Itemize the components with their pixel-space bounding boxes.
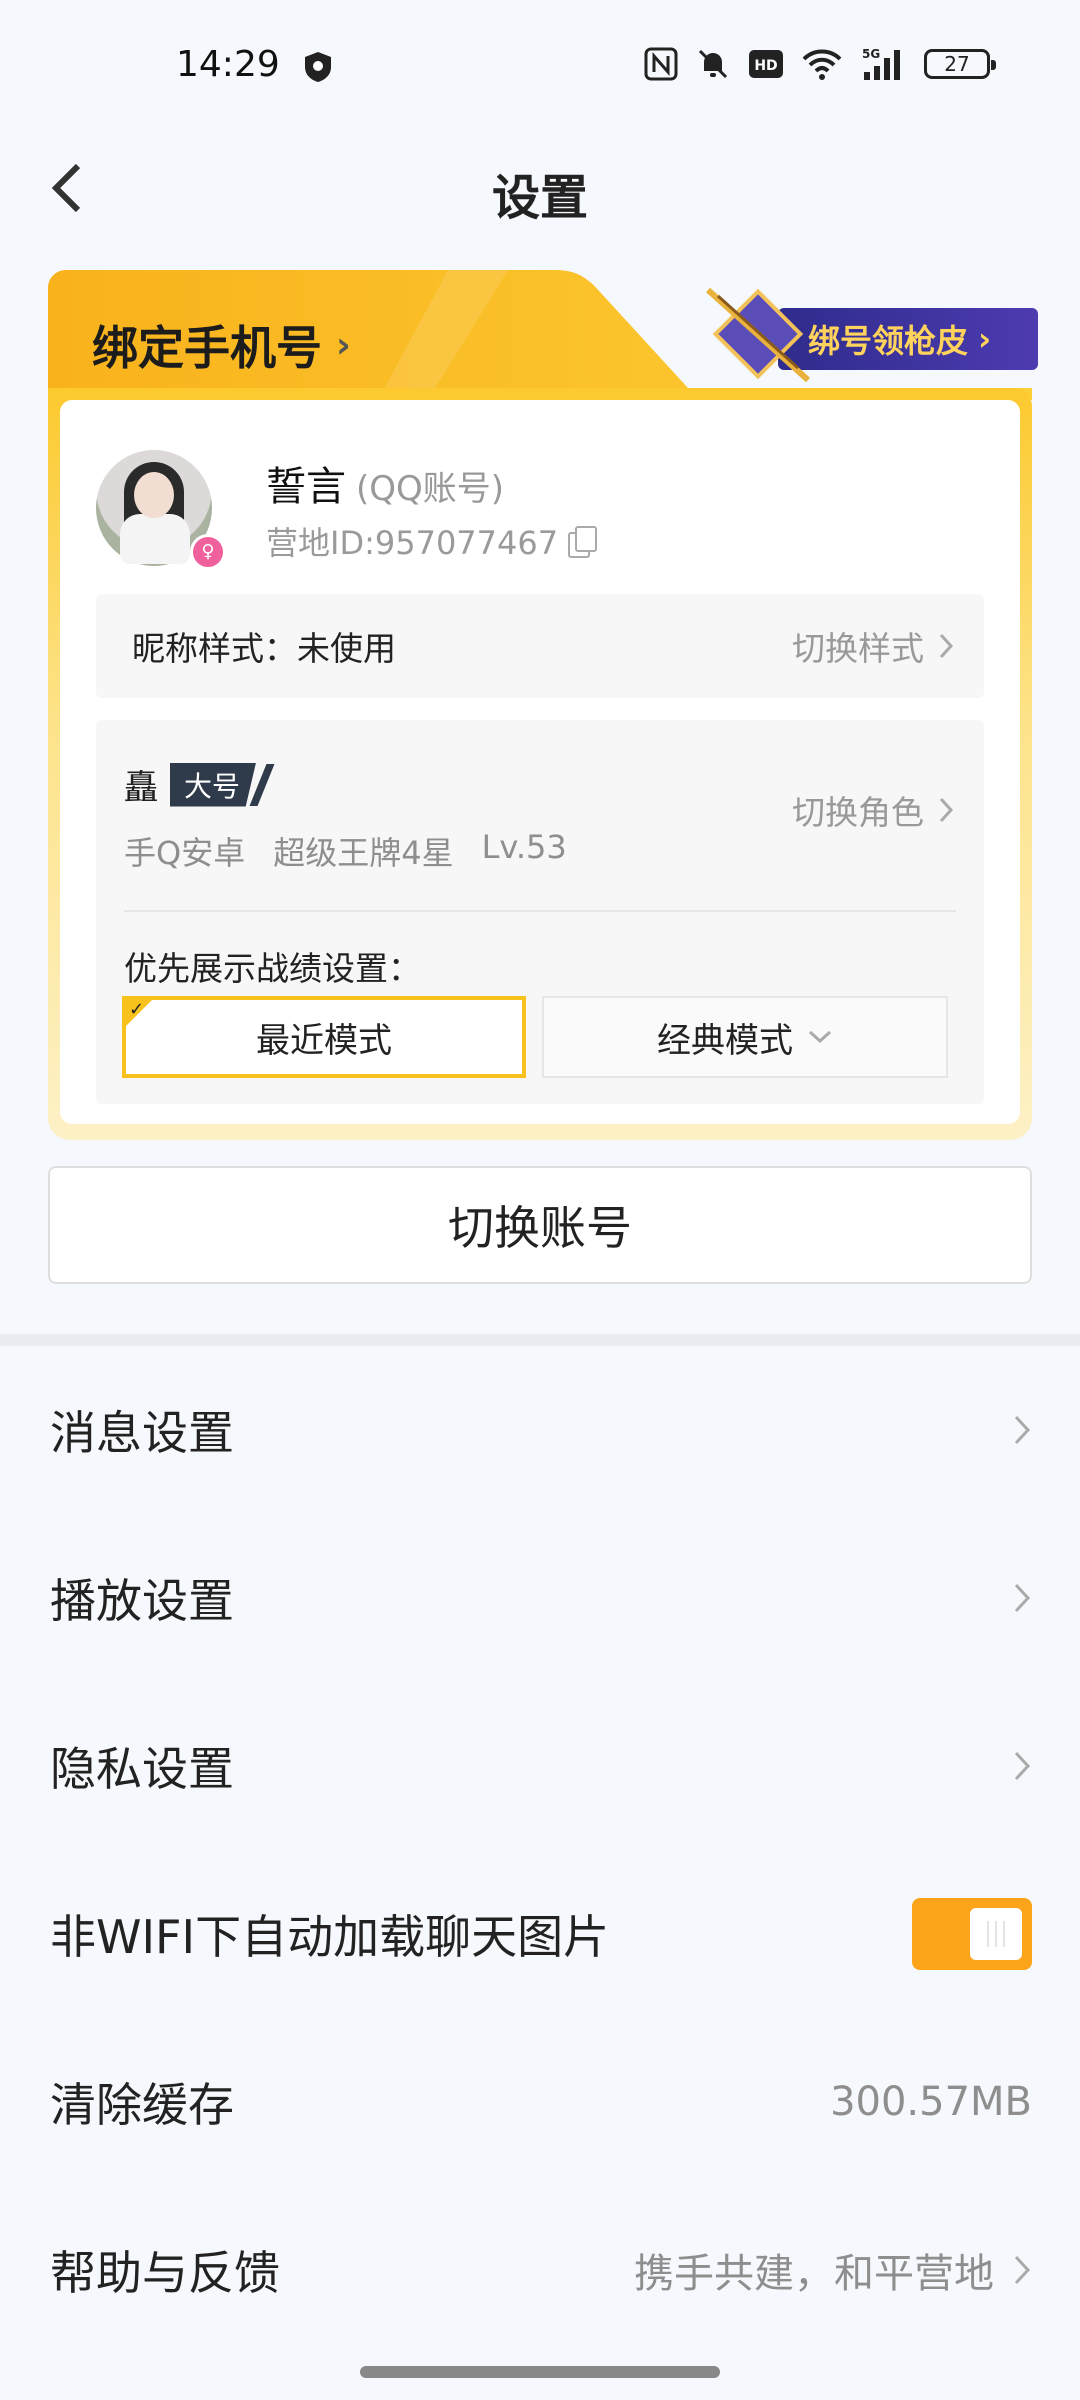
svg-text:5G: 5G [862, 47, 880, 61]
shield-icon [305, 52, 331, 82]
status-icons: HD 5G 27 [644, 44, 996, 84]
settings-item-help[interactable]: 帮助与反馈 携手共建，和平营地 [0, 2186, 1080, 2354]
settings-item-privacy[interactable]: 隐私设置 [0, 1682, 1080, 1850]
switch-role-link[interactable]: 切换角色 [792, 786, 954, 834]
account-card: 绑定手机号 › 绑号领枪皮 › ♀ 誓言 (QQ账号) 营地ID:95707746 [48, 270, 1038, 1140]
settings-item-playback[interactable]: 播放设置 [0, 1514, 1080, 1682]
cache-size: 300.57MB [830, 2079, 1032, 2125]
hd-icon: HD [749, 50, 783, 78]
gun-skin-icon [705, 287, 811, 383]
promo-banner[interactable]: 绑号领枪皮 › [688, 282, 1058, 392]
auto-load-toggle[interactable] [912, 1898, 1032, 1970]
mode-recent-button[interactable]: ✓ 最近模式 [122, 996, 526, 1078]
chevron-right-icon: › [336, 324, 351, 366]
page-title: 设置 [491, 170, 588, 226]
wifi-icon [802, 49, 842, 80]
camp-id: 营地ID:957077467 [266, 518, 598, 564]
battery-icon: 27 [924, 49, 996, 79]
chevron-right-icon [1014, 1583, 1031, 1613]
nfc-icon [644, 47, 678, 81]
main-account-badge: 大号 [170, 762, 257, 807]
account-type: (QQ账号) [356, 469, 505, 509]
svg-text:HD: HD [754, 58, 777, 74]
role-box: 矗 大号 手Q安卓 超级王牌4星 Lv.53 切换角色 优先展示战绩设置： ✓ … [96, 720, 984, 1104]
priority-label: 优先展示战绩设置： [124, 949, 421, 988]
bind-phone-label: 绑定手机号 [92, 321, 322, 375]
settings-item-clear-cache[interactable]: 清除缓存 300.57MB [0, 2018, 1080, 2186]
copy-icon[interactable] [568, 526, 598, 558]
nickname-style-row[interactable]: 昵称样式：未使用 切换样式 [96, 594, 984, 698]
section-divider [0, 1334, 1080, 1346]
toggle-knob [970, 1908, 1022, 1960]
card-body: ♀ 誓言 (QQ账号) 营地ID:957077467 昵称样式：未使用 切换样式 … [48, 388, 1032, 1140]
role-rank: 超级王牌4星 [273, 834, 454, 872]
role-name-text: 矗 [124, 768, 158, 808]
chevron-right-icon [1014, 1415, 1031, 1445]
username-text: 誓言 [266, 464, 346, 510]
chevron-right-icon [939, 633, 954, 659]
switch-style-link[interactable]: 切换样式 [792, 622, 954, 670]
role-level: Lv.53 [481, 828, 567, 866]
nickname-style-label: 昵称样式：未使用 [132, 629, 396, 668]
settings-list: 消息设置 播放设置 隐私设置 非WIFI下自动加载聊天图片 清除缓存 300.5… [0, 1346, 1080, 2354]
username: 誓言 (QQ账号) [266, 454, 504, 512]
help-subtext: 携手共建，和平营地 [634, 2251, 994, 2297]
5g-signal-icon: 5G [862, 47, 900, 80]
status-bar: 14:29 HD 5G 27 [0, 0, 1080, 130]
role-platform: 手Q安卓 [124, 834, 246, 872]
promo-label: 绑号领枪皮 [808, 322, 969, 360]
mode-classic-dropdown[interactable]: 经典模式 [542, 996, 948, 1078]
chevron-right-icon [939, 797, 954, 823]
role-name: 矗 大号 [124, 760, 275, 809]
card-inner: ♀ 誓言 (QQ账号) 营地ID:957077467 昵称样式：未使用 切换样式 … [60, 400, 1020, 1124]
divider [124, 910, 956, 912]
bind-phone-link[interactable]: 绑定手机号 › [92, 312, 351, 378]
chevron-down-icon [808, 1030, 832, 1044]
switch-account-button[interactable]: 切换账号 [48, 1166, 1032, 1284]
status-time: 14:29 [176, 44, 280, 85]
settings-item-auto-load-images: 非WIFI下自动加载聊天图片 [0, 1850, 1080, 2018]
chevron-right-icon [1014, 2255, 1031, 2285]
chevron-right-icon [1014, 1751, 1031, 1781]
female-icon: ♀ [190, 534, 226, 570]
mute-bell-icon [698, 49, 728, 79]
chevron-right-icon: › [978, 320, 992, 358]
camp-id-text: 营地ID:957077467 [266, 524, 559, 562]
home-indicator[interactable] [360, 2366, 720, 2378]
settings-item-message[interactable]: 消息设置 [0, 1346, 1080, 1514]
role-info: 手Q安卓 超级王牌4星 Lv.53 [124, 828, 567, 874]
check-icon: ✓ [129, 999, 145, 1020]
